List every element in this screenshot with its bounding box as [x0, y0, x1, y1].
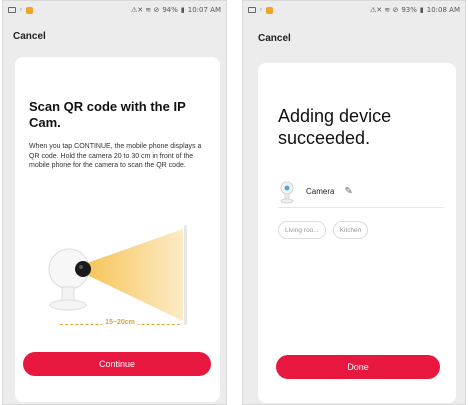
- status-icons: ⚠✕ ≋ ⊘: [131, 6, 160, 14]
- page-title: Scan QR code with the IP Cam.: [29, 99, 186, 130]
- camera-base: [49, 299, 87, 311]
- success-card: Adding device succeeded. Camera ✎ Living…: [258, 63, 456, 403]
- phone-screen-success: ◦ ⚠✕ ≋ ⊘ 93% ▮ 10:08 AM Cancel Adding de…: [242, 0, 466, 405]
- notification-icon: [26, 6, 34, 14]
- gallery-icon: [248, 7, 256, 13]
- status-icons: ⚠✕ ≋ ⊘: [370, 6, 399, 14]
- phone-screen-scan: ◦ ⚠✕ ≋ ⊘ 94% ▮ 10:07 AM Cancel Scan QR c…: [2, 0, 227, 405]
- room-chip-kitchen[interactable]: Kitchen: [332, 221, 369, 239]
- status-right: ⚠✕ ≋ ⊘ 94% ▮ 10:07 AM: [131, 6, 221, 14]
- status-time: 10:08 AM: [426, 6, 460, 14]
- gallery-icon: [8, 7, 16, 13]
- camera-neck: [61, 286, 75, 302]
- device-row[interactable]: Camera ✎: [278, 176, 444, 208]
- status-bar: ◦ ⚠✕ ≋ ⊘ 94% ▮ 10:07 AM: [3, 1, 226, 19]
- screenshot-pair: ◦ ⚠✕ ≋ ⊘ 94% ▮ 10:07 AM Cancel Scan QR c…: [0, 0, 468, 405]
- status-bar: ◦ ⚠✕ ≋ ⊘ 93% ▮ 10:08 AM: [243, 1, 465, 19]
- room-chip-living-room[interactable]: Living roo...: [278, 221, 326, 239]
- battery-icon: ▮: [180, 6, 185, 14]
- location-icon: ◦: [259, 6, 264, 14]
- battery-percent: 94%: [162, 6, 178, 14]
- notification-icon: [266, 6, 274, 14]
- continue-button[interactable]: Continue: [23, 352, 211, 376]
- page-title: Adding device succeeded.: [278, 106, 392, 148]
- phone-edge: [184, 225, 187, 325]
- done-button[interactable]: Done: [276, 355, 440, 379]
- location-icon: ◦: [19, 6, 24, 14]
- device-name: Camera: [306, 187, 335, 196]
- edit-icon[interactable]: ✎: [344, 186, 352, 197]
- camera-lens: [75, 261, 91, 277]
- distance-label: 15~20cm: [102, 319, 138, 326]
- camera-lens-glint: [79, 265, 83, 269]
- status-right: ⚠✕ ≋ ⊘ 93% ▮ 10:08 AM: [370, 6, 460, 14]
- status-left: ◦: [8, 6, 34, 14]
- distance-indicator: 15~20cm: [60, 319, 180, 329]
- cancel-button[interactable]: Cancel: [258, 33, 291, 44]
- battery-percent: 93%: [401, 6, 417, 14]
- scan-beam: [87, 229, 183, 321]
- status-time: 10:07 AM: [187, 6, 221, 14]
- battery-icon: ▮: [419, 6, 424, 14]
- room-chips: Living roo... Kitchen: [278, 221, 369, 239]
- status-left: ◦: [248, 6, 274, 14]
- camera-icon: [278, 180, 296, 204]
- cancel-button[interactable]: Cancel: [13, 31, 46, 42]
- instruction-text: When you tap CONTINUE, the mobile phone …: [29, 143, 202, 169]
- instruction-card: Scan QR code with the IP Cam. When you t…: [15, 57, 220, 402]
